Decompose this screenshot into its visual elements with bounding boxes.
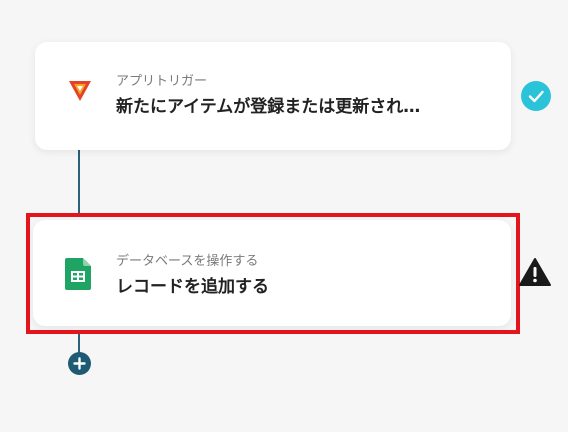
trigger-category-label: アプリトリガー — [116, 74, 208, 89]
flow-connector — [78, 150, 80, 213]
flow-connector — [78, 334, 80, 354]
plus-icon — [73, 357, 86, 370]
trigger-step-card[interactable]: アプリトリガー 新たにアイテムが登録または更新され… — [35, 42, 511, 150]
warning-icon[interactable] — [518, 257, 552, 287]
add-step-button[interactable] — [68, 352, 91, 375]
check-icon — [521, 81, 551, 111]
app-logo-icon — [69, 80, 91, 102]
selection-highlight — [26, 213, 520, 334]
trigger-title: 新たにアイテムが登録または更新され… — [116, 97, 421, 117]
flow-canvas: アプリトリガー 新たにアイテムが登録または更新され… データベースを操作する レ… — [0, 0, 568, 432]
